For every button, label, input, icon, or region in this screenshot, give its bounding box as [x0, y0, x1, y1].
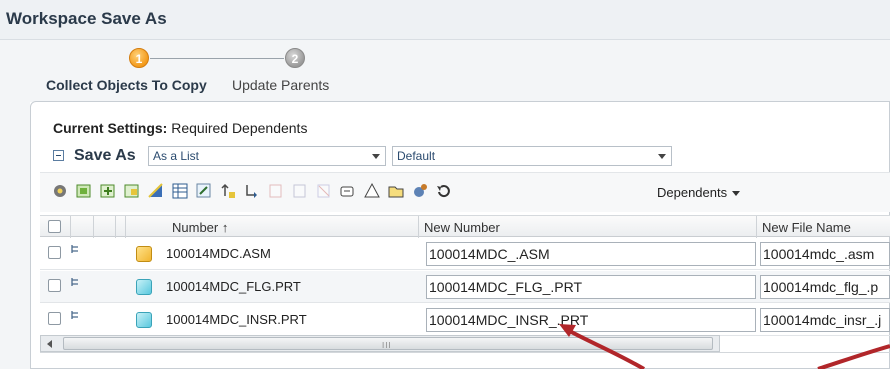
settings-label: Current Settings:	[53, 120, 168, 136]
edit-icon[interactable]	[195, 182, 213, 200]
sort-ascending-icon: ↑	[221, 220, 229, 235]
current-settings: Current Settings: Required Dependents	[53, 120, 307, 136]
chevron-down-icon	[372, 154, 380, 159]
add-objects-icon[interactable]	[75, 182, 93, 200]
column-header-new-file-name[interactable]: New File Name	[762, 220, 851, 235]
column-separator	[115, 216, 116, 238]
new-number-field[interactable]: 100014MDC_.ASM	[426, 242, 756, 266]
title-bar: Workspace Save As	[0, 0, 890, 40]
step-1-label[interactable]: Collect Objects To Copy	[46, 77, 207, 93]
chevron-down-icon	[732, 191, 741, 197]
column-separator	[125, 216, 126, 238]
copy-icon[interactable]	[339, 182, 357, 200]
move-icon[interactable]	[243, 182, 261, 200]
step-2-label[interactable]: Update Parents	[232, 77, 329, 93]
column-header-new-number[interactable]: New Number	[424, 220, 500, 235]
table-row[interactable]: 100014MDC_INSR.PRT 100014MDC_INSR_.PRT 1…	[40, 304, 890, 336]
step-connector	[150, 58, 284, 59]
column-separator	[70, 216, 71, 238]
settings-icon[interactable]	[411, 182, 429, 200]
toolbar: Dependents	[40, 172, 890, 212]
part-icon	[136, 312, 152, 328]
blank-icon[interactable]	[291, 182, 309, 200]
column-separator	[418, 216, 419, 238]
structure-icon	[71, 311, 78, 319]
rule-select[interactable]: Default	[392, 146, 672, 166]
folder-icon[interactable]	[387, 182, 405, 200]
table-icon[interactable]	[171, 182, 189, 200]
row-checkbox[interactable]	[48, 312, 61, 325]
row-checkbox[interactable]	[48, 246, 61, 259]
select-all-checkbox[interactable]	[48, 220, 61, 233]
chevron-down-icon	[658, 154, 666, 159]
table-header: Number ↑ New Number New File Name	[40, 215, 890, 238]
table-row[interactable]: 100014MDC_FLG.PRT 100014MDC_FLG_.PRT 100…	[40, 271, 890, 303]
rule-select-value: Default	[397, 149, 436, 163]
row-number: 100014MDC_FLG.PRT	[166, 279, 301, 294]
scroll-thumb[interactable]: III	[63, 337, 713, 350]
column-header-label: Number	[172, 220, 219, 235]
new-number-field[interactable]: 100014MDC_FLG_.PRT	[426, 275, 756, 299]
step-1-indicator[interactable]: 1	[129, 48, 149, 68]
include-all-icon[interactable]	[99, 182, 117, 200]
assembly-icon	[136, 246, 152, 262]
row-number: 100014MDC_INSR.PRT	[166, 312, 307, 327]
wizard-steps: 1 2 Collect Objects To Copy Update Paren…	[0, 40, 890, 102]
row-checkbox[interactable]	[48, 279, 61, 292]
triangle-icon[interactable]	[363, 182, 381, 200]
step-2-indicator[interactable]: 2	[285, 48, 305, 68]
scroll-grip: III	[382, 341, 392, 350]
new-number-field[interactable]: 100014MDC_INSR_.PRT	[426, 308, 756, 332]
view-select[interactable]: As a List	[148, 146, 386, 166]
window-title: Workspace Save As	[6, 9, 167, 28]
column-separator	[93, 216, 94, 238]
gear-icon[interactable]	[51, 182, 69, 200]
dependents-label: Dependents	[657, 185, 728, 200]
saveas-label: Save As	[74, 147, 136, 164]
left-margin	[0, 101, 30, 369]
view-select-value: As a List	[153, 149, 200, 163]
include-children-icon[interactable]	[123, 182, 141, 200]
table-row[interactable]: 100014MDC.ASM 100014MDC_.ASM 100014mdc_.…	[40, 238, 890, 270]
divider	[40, 352, 890, 353]
structure-icon	[71, 245, 78, 253]
structure-icon	[71, 278, 78, 286]
scroll-left-icon[interactable]	[47, 340, 52, 348]
collapse-icon[interactable]	[53, 150, 64, 161]
refresh-icon[interactable]	[435, 182, 453, 200]
saveas-row: Save As As a List Default	[50, 145, 890, 167]
new-file-name-field[interactable]: 100014mdc_flg_.p	[760, 275, 890, 299]
column-header-number[interactable]: Number ↑	[172, 220, 228, 235]
new-file-name-field[interactable]: 100014mdc_insr_.j	[760, 308, 890, 332]
part-icon	[136, 279, 152, 295]
horizontal-scrollbar[interactable]: III	[40, 335, 720, 352]
set-parent-icon[interactable]	[219, 182, 237, 200]
new-icon[interactable]	[267, 182, 285, 200]
checkout-icon[interactable]	[147, 182, 165, 200]
exclude-icon[interactable]	[315, 182, 333, 200]
new-file-name-field[interactable]: 100014mdc_.asm	[760, 242, 890, 266]
settings-value: Required Dependents	[171, 120, 308, 136]
row-number: 100014MDC.ASM	[166, 246, 271, 261]
dependents-menu[interactable]: Dependents	[657, 185, 741, 200]
column-separator	[756, 216, 757, 238]
